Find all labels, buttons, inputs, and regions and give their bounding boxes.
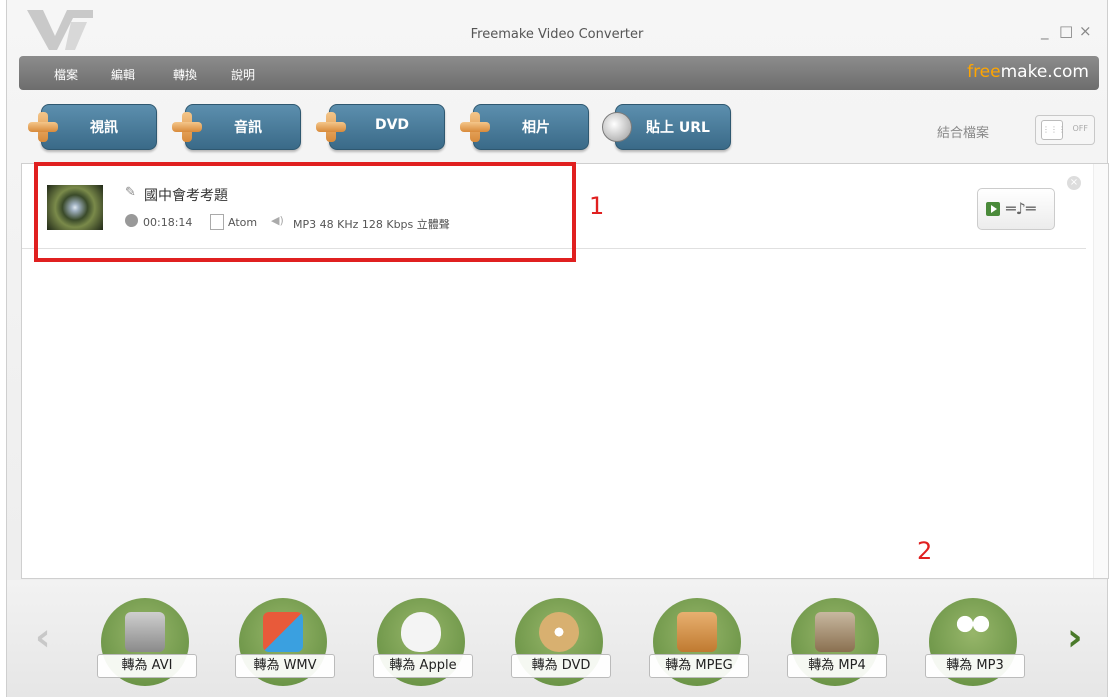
paste-url-label: 貼上 URL [646,120,710,136]
add-photo-label: 相片 [522,120,550,136]
brand-link[interactable]: freemake.com [967,62,1089,82]
remove-file-icon[interactable]: × [1067,176,1081,190]
earphones-icon [953,612,993,652]
add-audio-button[interactable]: 音訊 [172,104,301,150]
convert-to-apple-label: 轉為 Apple [373,654,473,678]
menu-edit[interactable]: 編輯 [111,66,135,83]
minimize-button[interactable]: _ [1041,22,1049,40]
convert-to-wmv-label: 轉為 WMV [235,654,335,678]
convert-to-wmv-button[interactable]: 轉為 WMV [235,598,335,686]
convert-to-mp4-button[interactable]: 轉為 MP4 [787,598,887,686]
disc-icon [539,612,579,652]
clapperboard-icon [125,612,165,652]
add-video-label: 視訊 [90,120,118,136]
brand-accent: free [967,62,1001,82]
maximize-button[interactable]: □ [1059,22,1073,40]
add-photo-button[interactable]: 相片 [460,104,589,150]
convert-to-dvd-label: 轉為 DVD [511,654,611,678]
media-player-icon [815,612,855,652]
scroll-left-arrow-icon[interactable]: ‹ [35,615,51,659]
convert-to-avi-label: 轉為 AVI [97,654,197,678]
format-bar: ‹ 轉為 AVI 轉為 WMV 轉為 Apple 轉為 DVD 轉為 MPEG [7,580,1107,697]
window-title: Freemake Video Converter [470,27,644,42]
annotation-number-1: 1 [589,192,605,220]
menu-bar: 檔案 編輯 轉換 說明 freemake.com [19,56,1099,90]
menu-file[interactable]: 檔案 [54,66,78,83]
toggle-knob: ⋮⋮⋮ [1041,120,1066,140]
menu-help[interactable]: 說明 [231,66,255,83]
file-list-scrollbar[interactable] [1093,164,1108,578]
annotation-number-2: 2 [917,537,933,565]
annotation-box-1 [34,162,576,262]
convert-to-mpeg-button[interactable]: 轉為 MPEG [649,598,749,686]
convert-to-mpeg-label: 轉為 MPEG [649,654,749,678]
convert-to-mp3-button[interactable]: 轉為 MP3 [925,598,1025,686]
convert-to-mp3-label: 轉為 MP3 [925,654,1025,678]
add-audio-label: 音訊 [234,120,262,136]
apple-icon [401,612,441,652]
close-button[interactable]: × [1079,22,1092,40]
join-files-label: 結合檔案 [937,126,990,141]
toggle-state: OFF [1072,124,1089,133]
convert-to-dvd-button[interactable]: 轉為 DVD [511,598,611,686]
add-video-button[interactable]: 視訊 [28,104,157,150]
menu-convert[interactable]: 轉換 [173,66,197,83]
paste-url-button[interactable]: 貼上 URL [602,104,731,150]
tv-icon [677,612,717,652]
app-window: Freemake Video Converter _ □ × 檔案 編輯 轉換 … [6,0,1109,697]
add-dvd-label: DVD [374,117,410,133]
convert-to-mp4-label: 轉為 MP4 [787,654,887,678]
join-files-toggle[interactable]: ⋮⋮⋮ OFF [1035,115,1095,145]
windows-media-icon [263,612,303,652]
music-note-icon: ═♪═ [1006,199,1036,218]
convert-to-apple-button[interactable]: 轉為 Apple [373,598,473,686]
play-icon [986,202,1000,216]
audio-track-button[interactable]: ═♪═ [977,188,1055,230]
scroll-right-arrow-icon[interactable]: › [1067,615,1083,659]
add-dvd-button[interactable]: DVD [316,104,445,150]
brand-rest: make.com [1000,62,1089,82]
convert-to-avi-button[interactable]: 轉為 AVI [97,598,197,686]
